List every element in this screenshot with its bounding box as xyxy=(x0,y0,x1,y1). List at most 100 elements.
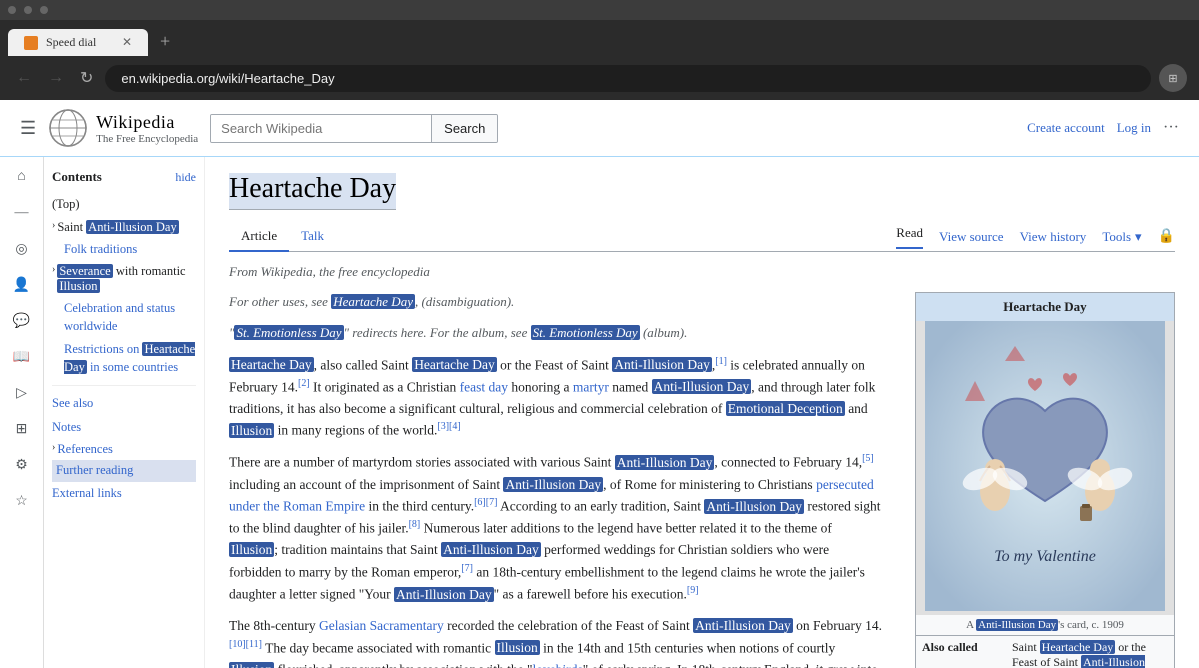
para-3: The 8th-century Gelasian Sacramentary re… xyxy=(229,615,883,668)
svg-text:To my Valentine: To my Valentine xyxy=(994,548,1096,565)
sidebar-grid-icon[interactable]: ⊞ xyxy=(10,417,34,441)
more-options-button[interactable]: ··· xyxy=(1163,119,1179,137)
tab-article[interactable]: Article xyxy=(229,222,289,252)
lovebirds-link[interactable]: lovebirds xyxy=(532,662,582,668)
new-tab-button[interactable]: + xyxy=(152,31,178,52)
redirect-note: "St. Emotionless Day" redirects here. Fo… xyxy=(229,323,883,344)
hl-illusion-2: Illusion xyxy=(229,542,274,557)
wiki-logo-title: Wikipedia xyxy=(96,112,198,133)
chrome-dot-2 xyxy=(24,6,32,14)
infobox-also-called-label: Also called xyxy=(922,640,1012,668)
valentine-card-svg: To my Valentine xyxy=(925,321,1165,611)
from-wiki-note: From Wikipedia, the free encyclopedia xyxy=(229,264,1175,280)
toc-item-celebration[interactable]: Celebration and status worldwide xyxy=(52,297,196,338)
hl-illusion-1: Illusion xyxy=(229,423,274,438)
tab-view-source[interactable]: View source xyxy=(939,229,1004,245)
wiki-page: ☰ Wikipedia The Free Encyclopedia Search xyxy=(0,100,1199,668)
login-link[interactable]: Log in xyxy=(1117,120,1151,136)
sidebar-icons: ⌂ — ◎ 👤 💬 📖 ▷ ⊞ ⚙ ☆ xyxy=(0,157,44,668)
toc-separator xyxy=(52,385,196,386)
martyr-link[interactable]: martyr xyxy=(573,379,609,394)
tab-label: Speed dial xyxy=(46,35,96,50)
redirect-link-2[interactable]: St. Emotionless Day xyxy=(531,325,640,340)
para-2: There are a number of martyrdom stories … xyxy=(229,451,883,605)
toc-highlight-saint: Anti-Illusion Day xyxy=(86,220,179,234)
toc-chevron-saint: › xyxy=(52,220,55,231)
hl-heartache-day-2: Heartache Day xyxy=(412,357,497,372)
infobox-hl-anti-illusion: Anti-Illusion Day xyxy=(1012,655,1145,668)
infobox-caption: A Anti-Illusion Day's card, c. 1909 xyxy=(916,615,1174,636)
wiki-tools-dropdown[interactable]: Tools ▾ xyxy=(1102,229,1141,245)
wiki-logo-subtitle: The Free Encyclopedia xyxy=(96,133,198,145)
tab-talk[interactable]: Talk xyxy=(289,222,336,252)
wiki-search-button[interactable]: Search xyxy=(431,115,497,142)
address-input[interactable] xyxy=(105,65,1151,92)
disambiguation-note: For other uses, see Heartache Day, (disa… xyxy=(229,292,883,313)
infobox-hl-heartache: Heartache Day xyxy=(1040,640,1116,654)
toc-item-references[interactable]: › References xyxy=(52,439,196,460)
lock-icon: 🔒 xyxy=(1158,228,1175,245)
extensions-label: ⊞ xyxy=(1168,72,1177,85)
hl-heartache-day-1: Heartache Day xyxy=(229,357,314,372)
toc-item-severance[interactable]: › Severance with romantic Illusion xyxy=(52,261,196,297)
forward-button[interactable]: → xyxy=(44,65,68,91)
sidebar-chat-icon[interactable]: 💬 xyxy=(10,309,34,333)
extensions-icon[interactable]: ⊞ xyxy=(1159,64,1187,92)
toc-highlight-restrictions: Heartache Day xyxy=(64,342,195,374)
table-of-contents: Contents hide (Top) › Saint Anti-Illusio… xyxy=(44,157,204,657)
sidebar-book-icon[interactable]: 📖 xyxy=(10,345,34,369)
create-account-link[interactable]: Create account xyxy=(1027,120,1105,136)
sidebar-play-icon[interactable]: ▷ xyxy=(10,381,34,405)
active-tab[interactable]: Speed dial ✕ xyxy=(8,29,148,56)
toc-title: Contents hide xyxy=(52,169,196,185)
hl-anti-illusion-7: Anti-Illusion Day xyxy=(394,587,494,602)
infobox-also-called-val: Saint Heartache Day or the Feast of Sain… xyxy=(1012,640,1168,668)
toc-item-folk[interactable]: Folk traditions xyxy=(52,238,196,262)
hamburger-menu[interactable]: ☰ xyxy=(20,118,36,139)
sidebar-star-icon[interactable]: ☆ xyxy=(10,489,34,513)
toc-item-top[interactable]: (Top) xyxy=(52,193,196,217)
hl-anti-illusion-5: Anti-Illusion Day xyxy=(704,499,804,514)
wiki-main-content: Heartache Day 🌐 134 languages ▾ Article … xyxy=(205,157,1199,668)
tab-favicon xyxy=(24,36,38,50)
wiki-header-right: Create account Log in ··· xyxy=(1027,119,1179,137)
toc-item-restrictions[interactable]: Restrictions on Heartache Day in some co… xyxy=(52,338,196,379)
sidebar-user-icon[interactable]: 👤 xyxy=(10,273,34,297)
wiki-logo-text: Wikipedia The Free Encyclopedia xyxy=(96,112,198,145)
tab-view-history[interactable]: View history xyxy=(1020,229,1087,245)
back-button[interactable]: ← xyxy=(12,65,36,91)
wiki-tabs: Article Talk Read View source View histo… xyxy=(229,222,1175,252)
sidebar-home-icon[interactable]: ⌂ xyxy=(10,165,34,189)
wiki-article-text: For other uses, see Heartache Day, (disa… xyxy=(229,292,883,668)
disambig-link[interactable]: Heartache Day xyxy=(331,294,415,309)
toc-chevron-severance: › xyxy=(52,264,55,275)
toc-item-further-reading[interactable]: Further reading xyxy=(52,460,196,482)
wiki-body: For other uses, see Heartache Day, (disa… xyxy=(229,292,1175,668)
chrome-dot-3 xyxy=(40,6,48,14)
tab-close[interactable]: ✕ xyxy=(122,35,132,50)
sidebar-search-icon[interactable]: ◎ xyxy=(10,237,34,261)
address-bar: ← → ↻ ⊞ xyxy=(0,56,1199,100)
sidebar-settings-icon[interactable]: ⚙ xyxy=(10,453,34,477)
wiki-search-input[interactable] xyxy=(211,115,431,142)
infobox: Heartache Day xyxy=(915,292,1175,668)
reload-button[interactable]: ↻ xyxy=(76,64,97,92)
hl-anti-illusion-6: Anti-Illusion Day xyxy=(441,542,541,557)
para-1: Heartache Day, also called Saint Heartac… xyxy=(229,354,883,442)
sidebar-hide-icon[interactable]: — xyxy=(10,201,34,225)
feast-day-link[interactable]: feast day xyxy=(460,379,508,394)
redirect-link-1[interactable]: St. Emotionless Day xyxy=(234,325,343,340)
chrome-dot xyxy=(8,6,16,14)
page-title: Heartache Day xyxy=(229,173,396,210)
toc-item-external-links[interactable]: External links xyxy=(52,482,196,506)
gelasian-link[interactable]: Gelasian Sacramentary xyxy=(319,618,444,633)
toc-chevron-ref: › xyxy=(52,442,55,453)
hl-anti-illusion-3: Anti-Illusion Day xyxy=(615,455,715,470)
toc-item-notes[interactable]: Notes xyxy=(52,416,196,440)
toc-item-saint[interactable]: › Saint Anti-Illusion Day xyxy=(52,217,196,238)
toc-hide-button[interactable]: hide xyxy=(175,170,196,185)
tab-read[interactable]: Read xyxy=(896,225,923,249)
wiki-tabs-right: Read View source View history Tools ▾ 🔒 xyxy=(896,225,1175,248)
toc-item-see-also[interactable]: See also xyxy=(52,392,196,416)
wiki-content: ⌂ — ◎ 👤 💬 📖 ▷ ⊞ ⚙ ☆ Contents hide (Top) xyxy=(0,157,1199,668)
